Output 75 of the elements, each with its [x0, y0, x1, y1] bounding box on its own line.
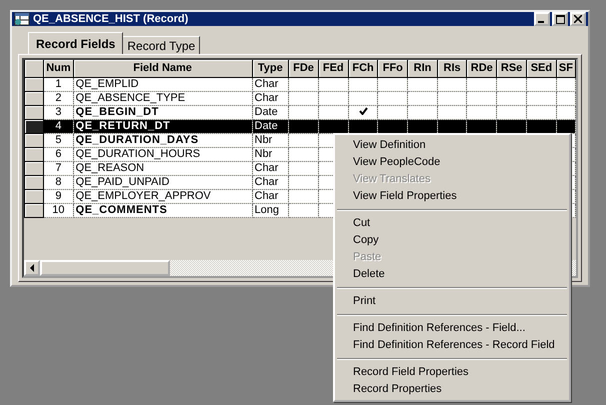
menu-item[interactable]: Copy	[335, 232, 569, 249]
row-header[interactable]	[24, 147, 44, 161]
column-header[interactable]: Field Name	[73, 60, 252, 77]
table-cell: Char	[252, 77, 289, 91]
table-cell: QE_ABSENCE_TYPE	[73, 91, 252, 105]
table-cell: Char	[252, 161, 289, 175]
column-header[interactable]: FCh	[348, 60, 378, 77]
menu-item[interactable]: Delete	[335, 266, 569, 283]
row-header[interactable]	[24, 189, 44, 203]
table-cell: 2	[44, 91, 74, 105]
table-cell: 6	[44, 147, 74, 161]
left-arrow-icon	[29, 264, 35, 272]
column-header[interactable]: Num	[44, 60, 74, 77]
row-header[interactable]	[24, 133, 44, 147]
table-cell: Long	[252, 203, 289, 217]
table-cell: Char	[252, 189, 289, 203]
menu-item[interactable]: View PeopleCode	[335, 154, 569, 171]
column-header[interactable]: FFo	[378, 60, 408, 77]
column-header[interactable]: FDe	[288, 60, 318, 77]
table-cell: 3	[44, 105, 74, 119]
table-cell: QE_EMPLID	[73, 77, 252, 91]
checkmark-icon	[358, 107, 368, 115]
menu-item[interactable]: Record Properties	[335, 381, 569, 398]
table-cell: QE_EMPLOYER_APPROV	[73, 189, 252, 203]
table-cell: 1	[44, 77, 74, 91]
column-header[interactable]: FEd	[318, 60, 348, 77]
column-header[interactable]: RSe	[496, 60, 526, 77]
table-cell: Nbr	[252, 147, 289, 161]
close-button[interactable]	[570, 12, 586, 26]
tab[interactable]: Record Fields	[28, 32, 124, 54]
row-header[interactable]	[24, 77, 44, 91]
column-header[interactable]: SF	[556, 60, 576, 77]
window-title: QE_ABSENCE_HIST (Record)	[33, 13, 188, 25]
tab[interactable]: Record Type	[122, 36, 200, 54]
column-header[interactable]: RDe	[466, 60, 497, 77]
row-header[interactable]	[24, 203, 44, 217]
row-header[interactable]	[24, 161, 44, 175]
table-cell: QE_COMMENTS	[73, 203, 252, 217]
menu-item[interactable]: Cut	[335, 215, 569, 232]
menu-item[interactable]: View Field Properties	[335, 188, 569, 205]
table-cell: Date	[252, 119, 289, 133]
column-header[interactable]: Type	[252, 60, 289, 77]
table-cell: Char	[252, 175, 289, 189]
row-header[interactable]	[24, 91, 44, 105]
table-cell: Nbr	[252, 133, 289, 147]
table-cell: Date	[252, 105, 289, 119]
table-cell: Char	[252, 91, 289, 105]
menu-item[interactable]: Record Field Properties	[335, 364, 569, 381]
menu-item[interactable]: Find Definition References - Field...	[335, 320, 569, 337]
table-cell: 8	[44, 175, 74, 189]
column-header[interactable]: RIn	[408, 60, 438, 77]
table-cell: QE_DURATION_DAYS	[73, 133, 252, 147]
table-cell: 9	[44, 189, 74, 203]
table-cell: QE_BEGIN_DT	[73, 105, 252, 119]
menu-item[interactable]: Find Definition References - Record Field	[335, 337, 569, 354]
menu-item[interactable]: View Definition	[335, 137, 569, 154]
row-header[interactable]	[24, 105, 44, 119]
table-cell: 4	[44, 119, 74, 133]
table-icon	[14, 12, 30, 26]
table-cell: 7	[44, 161, 74, 175]
maximize-button[interactable]	[552, 12, 568, 26]
close-icon	[574, 15, 582, 23]
row-header[interactable]	[24, 119, 44, 133]
row-header[interactable]	[24, 175, 44, 189]
maximize-icon	[556, 14, 564, 24]
table-cell: QE_REASON	[73, 161, 252, 175]
menu-item[interactable]: Print	[335, 293, 569, 310]
table-cell: QE_RETURN_DT	[73, 119, 252, 133]
table-cell: QE_PAID_UNPAID	[73, 175, 252, 189]
minimize-button[interactable]	[534, 12, 550, 26]
table-cell: 10	[44, 203, 74, 217]
table-cell: 5	[44, 133, 74, 147]
table-cell: QE_DURATION_HOURS	[73, 147, 252, 161]
column-header[interactable]: SEd	[526, 60, 556, 77]
column-header[interactable]: RIs	[437, 60, 467, 77]
